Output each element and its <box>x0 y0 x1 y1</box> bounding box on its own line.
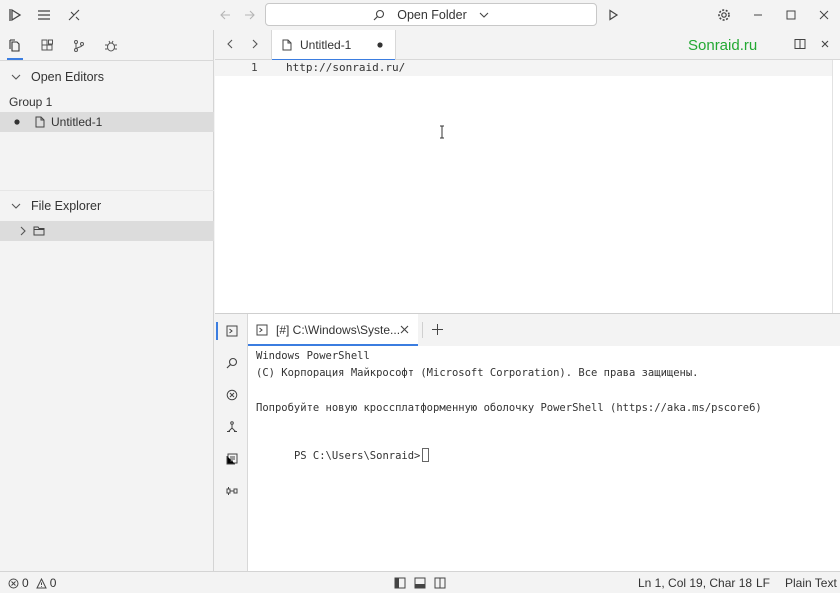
file-icon <box>282 39 292 51</box>
editor-tab-untitled[interactable]: Untitled-1 <box>271 30 396 61</box>
language-mode[interactable]: Plain Text <box>785 576 837 590</box>
terminal-tab-bar: [#] C:\Windows\Syste... <box>248 314 840 346</box>
minimize-icon[interactable] <box>748 5 768 25</box>
chevron-right-icon[interactable] <box>19 226 27 236</box>
terminal-tab[interactable]: [#] C:\Windows\Syste... <box>248 314 418 346</box>
toggle-panel-icon[interactable] <box>414 577 426 589</box>
split-editor-icon[interactable] <box>793 37 807 51</box>
open-editors-label: Open Editors <box>31 70 104 84</box>
terminal-output[interactable]: Windows PowerShell (C) Корпорация Майкро… <box>248 346 840 572</box>
chevron-down-icon[interactable] <box>479 11 489 19</box>
toggle-sidebar-icon[interactable] <box>394 577 406 589</box>
watermark-text: Sonraid.ru <box>688 37 758 54</box>
file-explorer-header[interactable]: File Explorer <box>0 193 214 219</box>
open-editor-filename: Untitled-1 <box>51 115 103 129</box>
debug-icon[interactable] <box>101 36 121 56</box>
file-icon <box>35 116 45 128</box>
warning-count: 0 <box>49 576 57 590</box>
gear-icon[interactable] <box>714 5 734 25</box>
warning-icon <box>35 577 47 589</box>
play-icon[interactable] <box>603 5 623 25</box>
terminal-cursor <box>422 448 430 462</box>
extensions-icon[interactable] <box>37 36 57 56</box>
panel-side-bar <box>215 314 248 572</box>
search-label: Open Folder <box>397 7 467 22</box>
close-icon[interactable] <box>399 324 410 335</box>
ports-icon[interactable] <box>222 481 242 501</box>
folder-icon <box>33 226 45 236</box>
command-search-box[interactable]: Open Folder <box>265 3 597 26</box>
explorer-root-folder[interactable] <box>0 221 214 241</box>
terminal-tab-label: [#] C:\Windows\Syste... <box>276 323 401 337</box>
line-number: 1 <box>251 61 258 74</box>
toggle-layout-icon[interactable] <box>64 5 84 25</box>
terminal-prompt-line[interactable]: PS C:\Users\Sonraid> <box>256 436 430 474</box>
unsaved-dot-icon[interactable] <box>377 42 383 48</box>
terminal-icon[interactable] <box>216 321 242 341</box>
back-arrow-icon[interactable] <box>215 5 235 25</box>
search-icon[interactable] <box>222 353 242 373</box>
line-ending[interactable]: LF <box>756 576 770 590</box>
terminal-line: (C) Корпорация Майкрософт (Microsoft Cor… <box>256 367 699 379</box>
problems-icon[interactable] <box>222 385 242 405</box>
terminal-line: Попробуйте новую кроссплатформенную обол… <box>256 402 762 414</box>
chevron-left-icon[interactable] <box>223 37 237 51</box>
output-icon[interactable] <box>222 449 242 469</box>
chevron-down-icon <box>11 202 25 210</box>
sidebar: Open Editors Group 1 Untitled-1 File Exp… <box>0 30 214 571</box>
open-editors-header[interactable]: Open Editors <box>0 64 214 90</box>
menu-icon[interactable] <box>34 5 54 25</box>
outline-icon[interactable] <box>222 417 242 437</box>
editor-tab-label: Untitled-1 <box>300 38 352 52</box>
status-bar: 0 0 Ln 1, Col 19, Char 18 LF Plain Text <box>0 571 840 593</box>
editor-group[interactable]: Group 1 <box>0 92 214 112</box>
forward-arrow-icon[interactable] <box>240 5 260 25</box>
sidebar-tabs <box>0 30 214 61</box>
code-editor[interactable]: 1 http://sonraid.ru/ <box>215 60 840 313</box>
maximize-icon[interactable] <box>781 5 801 25</box>
unsaved-dot-icon <box>14 119 22 125</box>
files-icon[interactable] <box>5 36 25 60</box>
close-window-icon[interactable] <box>814 5 834 25</box>
terminal-line: Windows PowerShell <box>256 350 370 362</box>
open-editor-item[interactable]: Untitled-1 <box>0 112 214 132</box>
error-count: 0 <box>22 576 29 590</box>
error-icon <box>8 578 19 589</box>
file-explorer-label: File Explorer <box>31 199 102 213</box>
toggle-secondary-sidebar-icon[interactable] <box>434 577 446 589</box>
cursor-position[interactable]: Ln 1, Col 19, Char 18 <box>638 576 752 590</box>
search-icon <box>373 9 385 21</box>
code-line[interactable]: http://sonraid.ru/ <box>286 61 405 74</box>
chevron-down-icon <box>11 73 25 81</box>
terminal-prompt: PS C:\Users\Sonraid> <box>293 450 421 462</box>
problems-status[interactable]: 0 0 <box>8 576 56 590</box>
text-cursor-icon <box>439 125 445 139</box>
bottom-panel: [#] C:\Windows\Syste... Windows PowerShe… <box>215 313 840 572</box>
source-control-icon[interactable] <box>69 36 89 56</box>
chevron-right-icon[interactable] <box>248 37 262 51</box>
section-divider <box>0 190 214 191</box>
terminal-icon <box>256 324 268 336</box>
run-icon[interactable] <box>5 5 25 25</box>
title-bar: Open Folder <box>0 0 840 30</box>
close-editor-icon[interactable] <box>818 37 832 51</box>
add-terminal-icon[interactable] <box>431 323 444 336</box>
tab-divider <box>422 322 423 338</box>
group-label: Group 1 <box>9 95 53 109</box>
editor-scrollbar[interactable] <box>832 60 833 313</box>
